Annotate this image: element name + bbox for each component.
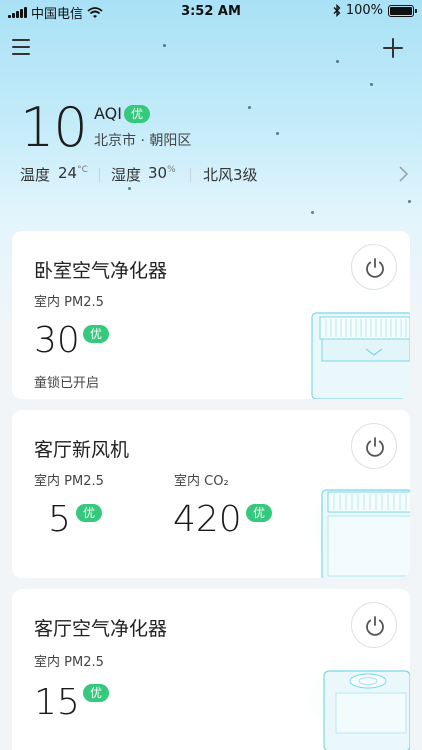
device-name: 客厅新风机 [34, 439, 130, 461]
temperature-unit: °C [77, 165, 88, 175]
humidity-value: 30 [148, 164, 168, 182]
humidity-reading: 30% [148, 164, 176, 182]
pm25-rating-badge: 优 [76, 504, 103, 522]
temperature-reading: 24°C [58, 164, 88, 182]
device-card-bedroom-purifier[interactable]: 卧室空气净化器 室内 PM2.5 30 优 童锁已开启 [12, 231, 410, 399]
power-button[interactable] [351, 423, 397, 469]
air-purifier-illustration [294, 293, 410, 399]
status-left: 中国电信 [8, 3, 103, 22]
divider [99, 168, 100, 182]
pm25-rating-badge: 优 [83, 325, 110, 343]
pm25-value: 15 [34, 682, 80, 723]
device-card-living-room-ventilator[interactable]: 客厅新风机 室内 PM2.5 5 优 室内 CO₂ 420 优 [12, 410, 410, 578]
co2-rating-badge: 优 [246, 504, 273, 522]
bluetooth-icon [333, 4, 341, 17]
temperature-label: 温度 [20, 166, 51, 184]
status-right: 100% [333, 3, 417, 18]
divider [190, 168, 191, 182]
chevron-right-icon[interactable] [398, 165, 410, 183]
power-icon [366, 437, 384, 457]
aqi-label: AQI [94, 104, 122, 123]
power-icon [366, 258, 384, 278]
fresh-air-ventilator-illustration [300, 472, 410, 578]
device-card-living-room-purifier[interactable]: 客厅空气净化器 室内 PM2.5 15 优 [12, 589, 410, 750]
aqi-rating-badge: 优 [124, 105, 151, 123]
power-button[interactable] [351, 602, 397, 648]
pm25-value: 5 [48, 499, 71, 540]
child-lock-status: 童锁已开启 [34, 376, 100, 391]
weather-row: 温度 24°C 湿度 30% 北风3级 [20, 164, 410, 186]
power-icon [366, 616, 384, 636]
pm25-label: 室内 PM2.5 [34, 295, 104, 310]
humidity-unit: % [167, 165, 176, 175]
location-text: 北京市 · 朝阳区 [94, 133, 192, 149]
wifi-icon [87, 6, 103, 18]
air-purifier-illustration [298, 651, 410, 750]
temperature-value: 24 [58, 164, 78, 182]
aqi-value: 10 [20, 96, 88, 159]
pm25-rating-badge: 优 [83, 684, 110, 702]
pm25-value: 30 [34, 320, 80, 361]
signal-icon [8, 7, 27, 18]
add-device-button[interactable] [378, 33, 408, 63]
co2-value: 420 [173, 499, 242, 540]
wind-text: 北风3级 [203, 166, 258, 184]
battery-percent: 100% [345, 3, 383, 18]
pm25-label: 室内 PM2.5 [34, 474, 104, 489]
menu-button[interactable] [8, 33, 38, 63]
device-name: 客厅空气净化器 [34, 618, 168, 640]
status-bar: 中国电信 3:52 AM 100% [0, 0, 422, 24]
humidity-label: 湿度 [111, 166, 142, 184]
device-name: 卧室空气净化器 [34, 260, 168, 282]
battery-icon [388, 4, 417, 17]
pm25-label: 室内 PM2.5 [34, 655, 104, 670]
power-button[interactable] [351, 244, 397, 290]
co2-label: 室内 CO₂ [174, 474, 229, 489]
carrier-name: 中国电信 [31, 7, 84, 22]
